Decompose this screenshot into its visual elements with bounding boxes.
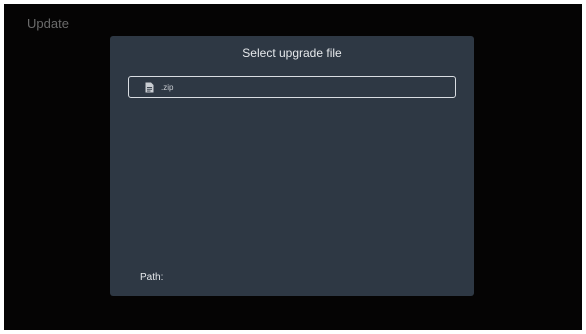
select-file-dialog: Select upgrade file .zip Path: — [110, 36, 474, 296]
file-list: .zip — [128, 76, 456, 186]
path-label: Path: — [140, 272, 164, 283]
dialog-title: Select upgrade file — [242, 46, 342, 60]
screen-title: Update — [27, 16, 69, 31]
update-screen: Update Select upgrade file .zip Path: — [4, 4, 582, 330]
file-item-zip[interactable]: .zip — [128, 76, 456, 98]
file-name: .zip — [161, 82, 174, 92]
file-icon — [145, 82, 154, 92]
